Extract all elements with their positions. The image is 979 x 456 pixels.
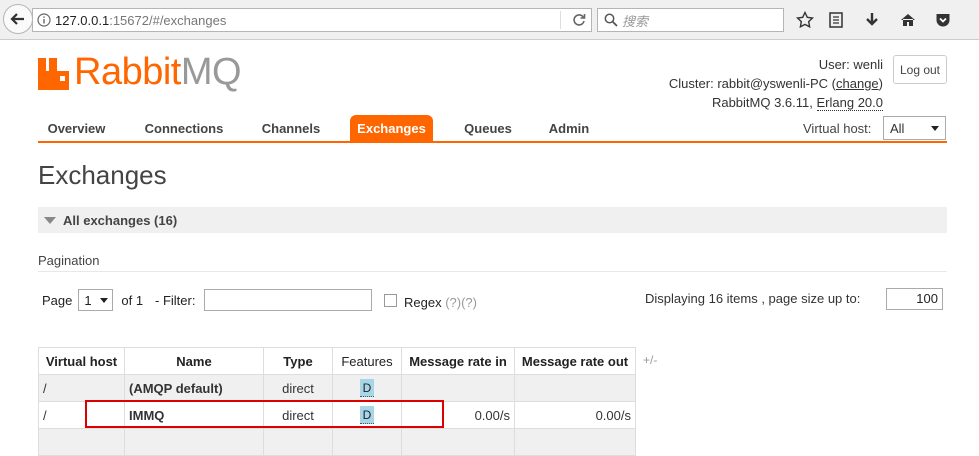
url-path: :15672/#/exchanges	[109, 12, 227, 28]
page-title: Exchanges	[38, 160, 167, 190]
search-placeholder: 搜索	[622, 13, 649, 29]
rabbitmq-logo[interactable]: RabbitMQ	[38, 51, 242, 93]
columns-toggle[interactable]: +/-	[643, 353, 657, 367]
highlight-annotation	[85, 400, 444, 428]
col-virtual-host[interactable]: Virtual host	[38, 347, 125, 375]
vhost-label: Virtual host:	[803, 121, 872, 136]
back-button[interactable]	[3, 4, 33, 34]
regex-label-text: Regex	[404, 295, 442, 310]
display-count-text: Displaying 16 items , page size up to:	[645, 291, 861, 306]
cell-rate-out	[514, 428, 636, 456]
rabbit-logo-icon	[38, 54, 72, 90]
page-size-input[interactable]: 100	[886, 288, 943, 310]
page-select[interactable]: 1	[78, 289, 114, 311]
filter-input[interactable]	[204, 289, 372, 311]
triangle-down-icon	[44, 216, 56, 224]
page-of-label: of 1	[121, 292, 144, 308]
reading-list-icon[interactable]	[826, 10, 846, 30]
cell-type	[263, 428, 333, 456]
cell-vhost	[38, 428, 125, 456]
table-header-row: Virtual host Name Type Features Message …	[38, 347, 636, 375]
download-icon[interactable]	[862, 10, 882, 30]
page-label: Page	[42, 292, 73, 308]
section-title: All exchanges (16)	[63, 212, 178, 228]
cluster-name: rabbit@yswenli-PC	[717, 76, 829, 91]
user-name: wenli	[853, 57, 883, 72]
cell-rate-out: 0.00/s	[514, 401, 636, 429]
cell-vhost: /	[38, 374, 125, 402]
filter-label: - Filter:	[155, 293, 196, 308]
search-input[interactable]: 搜索	[597, 8, 784, 32]
vhost-selected: All	[890, 120, 905, 136]
star-icon[interactable]	[795, 10, 815, 30]
cluster-change-link[interactable]: change	[836, 76, 879, 91]
url-text: 127.0.0.1:15672/#/exchanges	[55, 13, 226, 28]
col-rate-out[interactable]: Message rate out	[514, 347, 636, 375]
divider	[38, 271, 947, 272]
search-icon	[604, 13, 618, 27]
page-selected: 1	[84, 292, 92, 308]
regex-checkbox[interactable]	[384, 294, 397, 307]
cell-features	[332, 428, 402, 456]
tab-exchanges[interactable]: Exchanges	[350, 115, 433, 142]
regex-help-link[interactable]: (?)(?)	[445, 295, 477, 310]
info-icon[interactable]	[33, 13, 55, 27]
tab-connections[interactable]: Connections	[136, 115, 232, 142]
cell-features: D	[332, 374, 402, 402]
arrow-left-icon	[10, 13, 24, 25]
user-line: User: wenli	[669, 55, 883, 74]
cluster-label: Cluster:	[668, 76, 714, 91]
table-row[interactable]	[38, 428, 636, 456]
col-name[interactable]: Name	[124, 347, 264, 375]
url-bar[interactable]: 127.0.0.1:15672/#/exchanges	[32, 8, 592, 32]
logo-wordmark: RabbitMQ	[74, 51, 242, 93]
browser-toolbar: 127.0.0.1:15672/#/exchanges 搜索	[0, 0, 979, 40]
logo-text-rabbit: Rabbit	[74, 51, 181, 93]
regex-label: Regex (?)(?)	[404, 295, 477, 310]
cell-rate-in	[401, 374, 515, 402]
cell-rate-in	[401, 428, 515, 456]
table-row[interactable]: / (AMQP default) direct D	[38, 374, 636, 402]
refresh-icon[interactable]	[571, 12, 587, 28]
tab-overview[interactable]: Overview	[38, 115, 115, 142]
version-line: RabbitMQ 3.6.11, Erlang 20.0	[669, 93, 883, 112]
erlang-version[interactable]: Erlang 20.0	[816, 95, 883, 111]
chevron-down-icon	[100, 298, 109, 303]
chevron-down-icon	[931, 126, 939, 131]
durable-badge: D	[360, 379, 374, 397]
col-rate-in[interactable]: Message rate in	[401, 347, 515, 375]
tab-admin[interactable]: Admin	[541, 115, 597, 142]
url-host: 127.0.0.1	[55, 12, 110, 28]
cluster-line: Cluster: rabbit@yswenli-PC (change)	[668, 76, 883, 91]
home-icon[interactable]	[898, 10, 918, 30]
logout-button[interactable]: Log out	[893, 55, 947, 84]
cell-name	[124, 428, 264, 456]
col-type[interactable]: Type	[263, 347, 333, 375]
cell-rate-out	[514, 374, 636, 402]
user-info: User: wenli Cluster: rabbit@yswenli-PC (…	[669, 55, 883, 112]
user-label: User:	[818, 57, 850, 72]
page-controls: Page 1 of 1	[42, 289, 143, 311]
col-features: Features	[332, 347, 402, 375]
tab-queues[interactable]: Queues	[453, 115, 523, 142]
pocket-icon[interactable]	[933, 10, 953, 30]
rabbitmq-version: RabbitMQ 3.6.11,	[711, 95, 813, 110]
cell-name[interactable]: (AMQP default)	[124, 374, 264, 402]
tab-channels[interactable]: Channels	[252, 115, 330, 142]
pagination-label: Pagination	[38, 253, 100, 268]
cell-type: direct	[263, 374, 333, 402]
vhost-select[interactable]: All	[883, 116, 946, 140]
logo-text-mq: MQ	[180, 51, 242, 93]
url-separator	[560, 11, 561, 29]
section-toggle-all-exchanges[interactable]: All exchanges (16)	[38, 207, 947, 233]
